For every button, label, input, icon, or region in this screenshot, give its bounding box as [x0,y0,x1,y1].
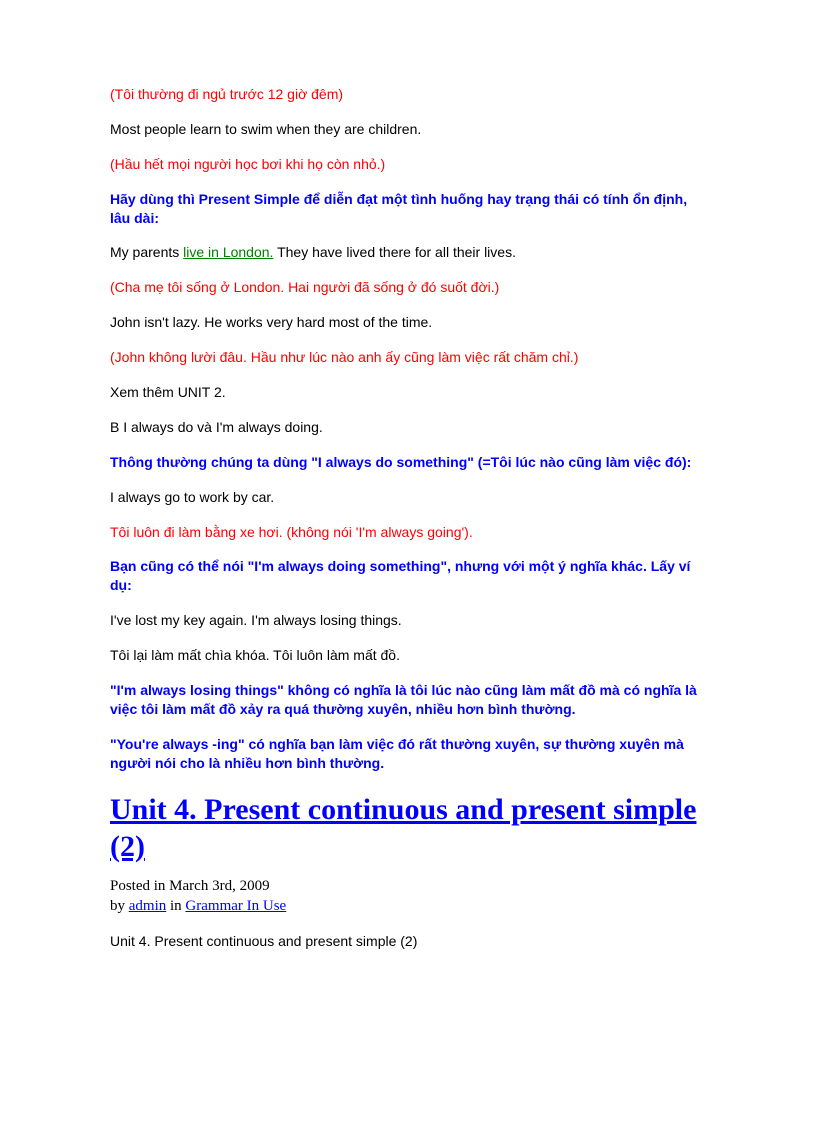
translation-text: (Hầu hết mọi người học bơi khi họ còn nh… [110,155,706,174]
body-text: I always go to work by car. [110,488,706,507]
posted-date: Posted in March 3rd, 2009 [110,878,270,894]
category-link[interactable]: Grammar In Use [185,898,286,914]
document-page: (Tôi thường đi ngủ trước 12 giờ đêm) Mos… [0,0,816,951]
translation-text: (Tôi thường đi ngủ trước 12 giờ đêm) [110,85,706,104]
rule-text: Thông thường chúng ta dùng "I always do … [110,453,706,472]
inline-link[interactable]: live in London. [183,244,273,260]
body-text: Unit 4. Present continuous and present s… [110,932,706,951]
post-meta: Posted in March 3rd, 2009 by admin in Gr… [110,876,706,917]
rule-text: "I'm always losing things" không có nghĩ… [110,681,706,719]
body-text: Most people learn to swim when they are … [110,120,706,139]
by-label: by [110,898,129,914]
text-fragment: They have lived there for all their live… [273,244,516,260]
body-text: B I always do và I'm always doing. [110,418,706,437]
author-link[interactable]: admin [129,898,167,914]
text-fragment: My parents [110,244,183,260]
rule-text: Bạn cũng có thể nói "I'm always doing so… [110,557,706,595]
body-text: Xem thêm UNIT 2. [110,383,706,402]
translation-text: (Cha mẹ tôi sống ở London. Hai người đã … [110,278,706,297]
translation-text: (John không lười đâu. Hầu như lúc nào an… [110,348,706,367]
body-text: I've lost my key again. I'm always losin… [110,611,706,630]
unit-heading[interactable]: Unit 4. Present continuous and present s… [110,791,706,866]
rule-text: "You're always -ing" có nghĩa bạn làm vi… [110,735,706,773]
translation-text: Tôi luôn đi làm bằng xe hơi. (không nói … [110,523,706,542]
body-text: Tôi lại làm mất chìa khóa. Tôi luôn làm … [110,646,706,665]
in-label: in [166,898,185,914]
rule-text: Hãy dùng thì Present Simple để diễn đạt … [110,190,706,228]
body-text: My parents live in London. They have liv… [110,243,706,262]
body-text: John isn't lazy. He works very hard most… [110,313,706,332]
